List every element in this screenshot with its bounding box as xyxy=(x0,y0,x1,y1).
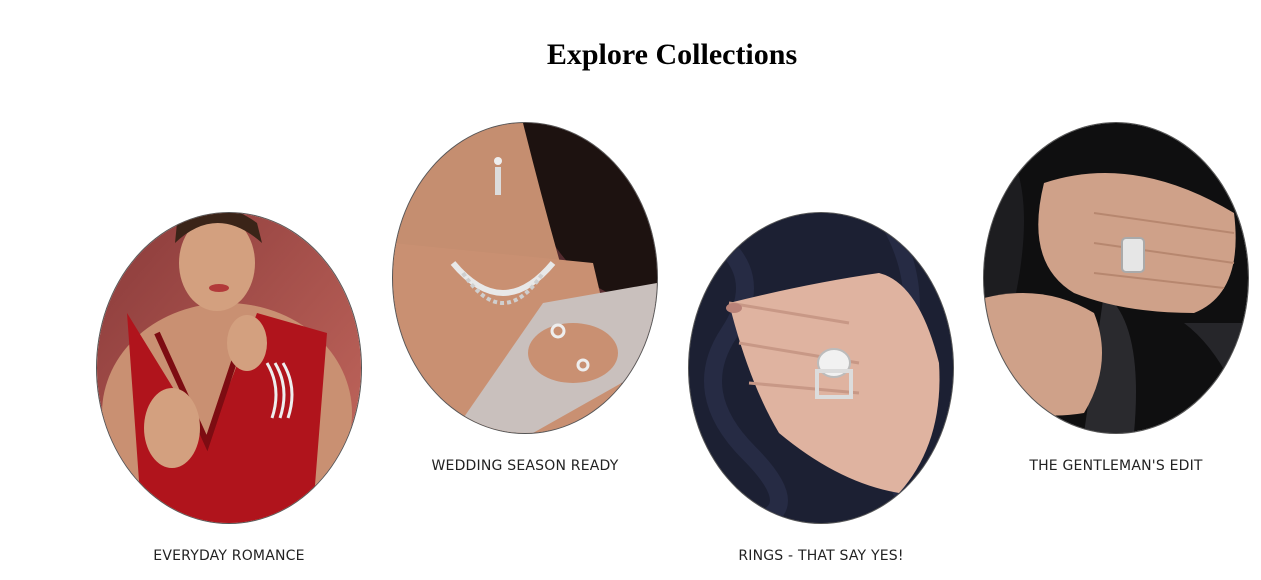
collection-label[interactable]: EVERYDAY ROMANCE xyxy=(96,548,362,564)
collection-image-rings-that-say-yes[interactable] xyxy=(688,212,954,524)
man-hand-ring-image xyxy=(984,123,1248,433)
collection-image-everyday-romance[interactable] xyxy=(96,212,362,524)
collection-card-gentlemans-edit[interactable]: THE GENTLEMAN'S EDIT xyxy=(983,122,1249,474)
collection-image-gentlemans-edit[interactable] xyxy=(983,122,1249,434)
collection-card-rings-that-say-yes[interactable]: RINGS - THAT SAY YES! xyxy=(688,212,954,564)
collection-label[interactable]: THE GENTLEMAN'S EDIT xyxy=(983,458,1249,474)
collection-label[interactable]: RINGS - THAT SAY YES! xyxy=(688,548,954,564)
collection-card-wedding-season-ready[interactable]: WEDDING SEASON READY xyxy=(392,122,658,474)
collection-label[interactable]: WEDDING SEASON READY xyxy=(392,458,658,474)
woman-red-dress-image xyxy=(97,213,361,523)
section-title: Explore Collections xyxy=(546,38,798,71)
hand-engagement-ring-image xyxy=(689,213,953,523)
woman-necklace-image xyxy=(393,123,657,433)
collection-image-wedding-season-ready[interactable] xyxy=(392,122,658,434)
collection-card-everyday-romance[interactable]: EVERYDAY ROMANCE xyxy=(96,212,362,564)
